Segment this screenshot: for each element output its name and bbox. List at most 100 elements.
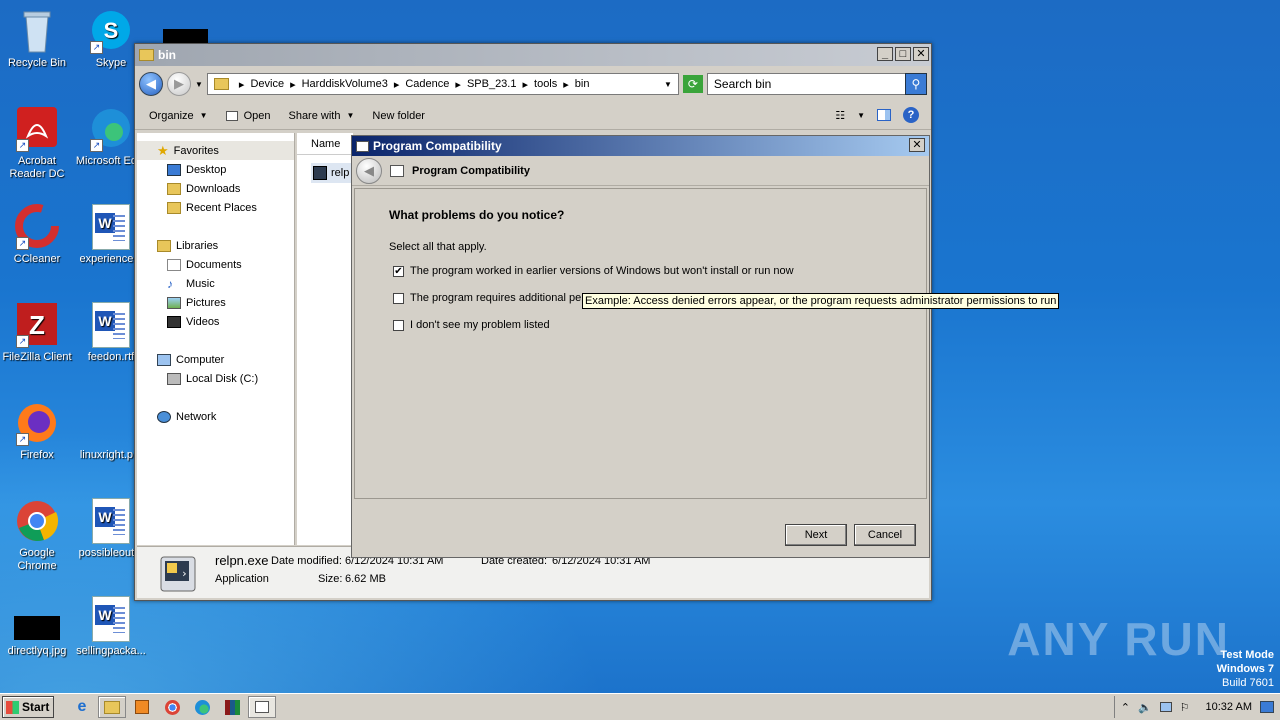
breadcrumb-cadence[interactable]: Cadence xyxy=(405,78,449,90)
breadcrumb-separator: ▸ xyxy=(290,78,296,91)
taskbar-ie[interactable]: e xyxy=(68,696,96,718)
address-bar[interactable]: ▸ Device ▸ HarddiskVolume3 ▸ Cadence ▸ S… xyxy=(206,73,679,95)
taskbar-winrar[interactable] xyxy=(218,696,246,718)
minimize-button[interactable]: _ xyxy=(877,47,893,61)
taskbar-chrome[interactable] xyxy=(158,696,186,718)
nav-label: Network xyxy=(176,410,217,423)
breadcrumb-separator: ▸ xyxy=(238,78,245,91)
nav-music[interactable]: ♪ Music xyxy=(137,274,294,293)
nav-computer[interactable]: Computer xyxy=(137,350,294,369)
search-icon[interactable]: ⚲ xyxy=(904,73,927,95)
help-icon[interactable]: ? xyxy=(903,107,919,123)
breadcrumb-device[interactable]: Device xyxy=(250,78,284,90)
dialog-header: ◀ Program Compatibility xyxy=(352,156,929,186)
network-icon[interactable] xyxy=(1159,702,1172,712)
back-button[interactable]: ◀ xyxy=(139,72,163,96)
desktop-icon-firefox[interactable]: ↗ Firefox xyxy=(0,400,74,462)
start-button[interactable]: Start xyxy=(2,696,54,718)
clock[interactable]: 10:32 AM xyxy=(1206,701,1252,713)
nav-documents[interactable]: Documents xyxy=(137,255,294,274)
application-icon: › xyxy=(157,553,199,595)
recent-pages-dropdown[interactable]: ▼ xyxy=(195,80,203,89)
nav-label: Favorites xyxy=(173,144,219,157)
videos-icon xyxy=(167,315,181,328)
volume-icon[interactable]: 🔈 xyxy=(1138,701,1152,714)
chevron-down-icon[interactable]: ▼ xyxy=(857,111,865,120)
taskbar-compatibility[interactable] xyxy=(248,696,276,718)
details-type: Application xyxy=(215,573,269,585)
nav-label: Computer xyxy=(176,353,225,366)
desktop-icon-directlyq[interactable]: directlyq.jpg xyxy=(0,596,74,658)
forward-button[interactable]: ▶ xyxy=(167,72,191,96)
nav-local-disk[interactable]: Local Disk (C:) xyxy=(137,369,294,388)
cancel-button[interactable]: Cancel xyxy=(854,524,916,546)
view-controls: ☷ ▼ ? xyxy=(835,107,919,123)
preview-pane-icon[interactable] xyxy=(877,109,891,121)
refresh-icon[interactable]: ⟳ xyxy=(682,75,703,93)
option-problem-not-listed[interactable]: I don't see my problem listed xyxy=(393,319,550,331)
nav-pictures[interactable]: Pictures xyxy=(137,293,294,312)
folder-icon xyxy=(139,49,154,61)
taskbar-edge[interactable] xyxy=(188,696,216,718)
column-header-name[interactable]: Name xyxy=(297,133,353,155)
desktop-icon-filezilla[interactable]: Z ↗ FileZilla Client xyxy=(0,302,74,364)
program-compatibility-dialog[interactable]: Program Compatibility ✕ ◀ Program Compat… xyxy=(351,135,1060,558)
desktop-icon-acrobat[interactable]: ↗ Acrobat Reader DC xyxy=(0,106,74,181)
windows-logo-icon xyxy=(6,700,19,714)
desktop-icon-ccleaner[interactable]: ↗ CCleaner xyxy=(0,204,74,266)
command-bar: Organize ▼ Open Share with ▼ New folder ☷ … xyxy=(135,102,931,130)
open-button[interactable]: Open xyxy=(225,110,270,122)
nav-desktop[interactable]: Desktop xyxy=(137,160,294,179)
dialog-back-button[interactable]: ◀ xyxy=(356,157,382,184)
checkbox[interactable] xyxy=(393,292,404,304)
breadcrumb-spb[interactable]: SPB_23.1 xyxy=(467,78,517,90)
next-button[interactable]: Next xyxy=(785,524,847,546)
dialog-close-button[interactable]: ✕ xyxy=(909,138,925,152)
breadcrumb-harddisk[interactable]: HarddiskVolume3 xyxy=(302,78,388,90)
taskbar-media[interactable] xyxy=(128,696,156,718)
dialog-titlebar[interactable]: Program Compatibility xyxy=(352,136,929,156)
show-desktop-icon[interactable] xyxy=(1260,701,1274,713)
new-folder-button[interactable]: New folder xyxy=(372,110,425,122)
checkbox[interactable] xyxy=(393,319,404,331)
nav-favorites[interactable]: ★ Favorites xyxy=(137,141,294,160)
address-dropdown-icon[interactable]: ▼ xyxy=(664,80,672,89)
nav-downloads[interactable]: Downloads xyxy=(137,179,294,198)
desktop-icon-recycle-bin[interactable]: Recycle Bin xyxy=(0,8,74,70)
checkbox-checked[interactable]: ✔ xyxy=(393,265,404,277)
option-earlier-versions[interactable]: ✔ The program worked in earlier versions… xyxy=(393,265,794,277)
desktop-icon-chrome[interactable]: Google Chrome xyxy=(0,498,74,573)
breadcrumb-separator: ▸ xyxy=(455,78,461,91)
taskbar-explorer[interactable] xyxy=(98,696,126,718)
dialog-instruction: Select all that apply. xyxy=(389,241,487,253)
file-item-relpn[interactable]: relp xyxy=(311,163,353,183)
share-with-button[interactable]: Share with ▼ xyxy=(288,110,354,122)
word-document-icon xyxy=(92,596,130,642)
media-player-icon xyxy=(135,700,149,714)
breadcrumb-bin[interactable]: bin xyxy=(575,78,590,90)
search-input[interactable]: Search bin ⚲ xyxy=(706,73,927,95)
close-button[interactable]: ✕ xyxy=(913,47,929,61)
view-options-icon[interactable]: ☷ xyxy=(835,109,845,122)
shortcut-arrow-icon: ↗ xyxy=(90,139,103,152)
svg-text:S: S xyxy=(104,18,119,43)
star-icon: ★ xyxy=(157,142,169,158)
maximize-button[interactable]: □ xyxy=(895,47,911,61)
show-hidden-icons-icon[interactable]: ⌃ xyxy=(1121,701,1130,714)
shortcut-arrow-icon: ↗ xyxy=(90,41,103,54)
recycle-bin-icon xyxy=(14,8,60,54)
nav-recent-places[interactable]: Recent Places xyxy=(137,198,294,217)
explorer-titlebar[interactable]: bin xyxy=(135,44,931,66)
nav-libraries[interactable]: Libraries xyxy=(137,236,294,255)
organize-button[interactable]: Organize ▼ xyxy=(149,110,208,122)
nav-network[interactable]: Network xyxy=(137,407,294,426)
chevron-down-icon: ▼ xyxy=(346,111,355,120)
action-center-flag-icon[interactable]: ⚐ xyxy=(1180,701,1190,714)
breadcrumb-separator: ▸ xyxy=(563,78,569,91)
breadcrumb-tools[interactable]: tools xyxy=(534,78,557,90)
archive-icon xyxy=(224,699,240,715)
option-additional-permissions[interactable]: The program requires additional per xyxy=(393,292,585,304)
desktop-icon-sellingpacka[interactable]: sellingpacka... xyxy=(74,596,148,658)
modified-label: Date modified: xyxy=(271,555,342,567)
nav-videos[interactable]: Videos xyxy=(137,312,294,331)
